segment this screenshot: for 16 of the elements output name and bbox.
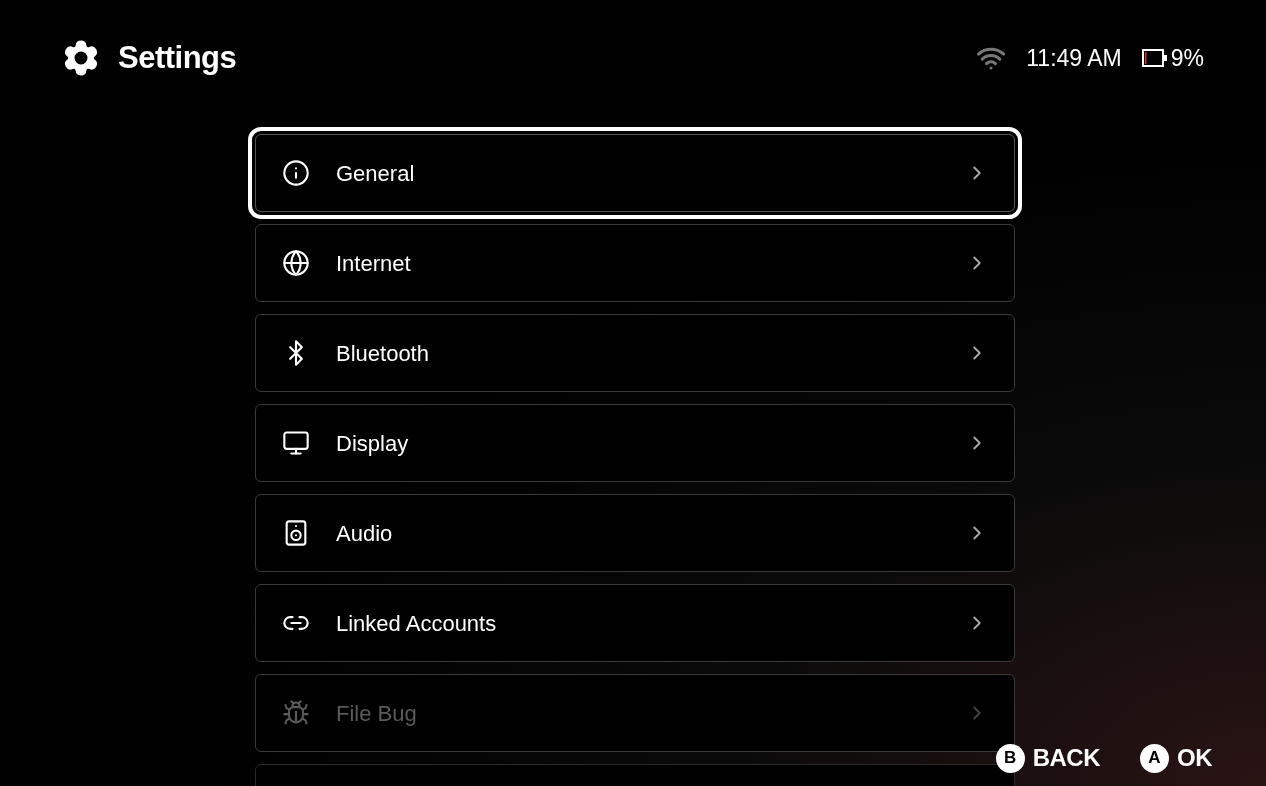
page-title: Settings [118,38,237,77]
bug-icon [282,699,310,727]
settings-menu-item[interactable]: Internet [255,224,1015,302]
controller-hint-button[interactable]: A OK [1140,740,1212,776]
settings-menu-item[interactable]: Audio [255,494,1015,572]
clock-time: 11:49 AM [1026,43,1122,73]
controller-key-icon: A [1140,743,1169,773]
info-icon [282,159,310,187]
globe-icon [282,249,310,277]
settings-menu-item[interactable]: Bluetooth [255,314,1015,392]
battery-percentage: 9% [1170,43,1204,73]
monitor-icon [282,429,310,457]
settings-icon [62,39,100,77]
settings-menu-item[interactable]: Display [255,404,1015,482]
settings-menu-item[interactable]: Linked Accounts [255,584,1015,662]
battery-icon [1141,48,1168,68]
